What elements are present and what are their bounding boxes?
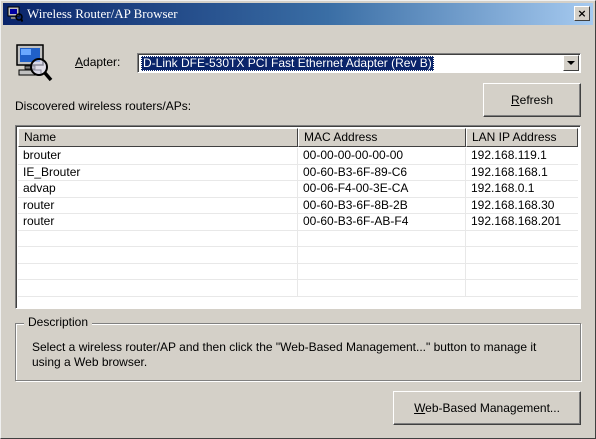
cell-name: IE_Brouter [18, 164, 298, 181]
cell-ip [466, 280, 578, 296]
cell-ip: 192.168.168.1 [471, 164, 548, 179]
column-header-ip[interactable]: LAN IP Address [466, 128, 578, 147]
chevron-down-icon[interactable] [563, 55, 579, 71]
cell-name [18, 263, 298, 280]
routers-list[interactable]: Name MAC Address LAN IP Address brouter … [15, 125, 581, 309]
cell-name [18, 230, 298, 247]
discovered-label: Discovered wireless routers/APs: [15, 99, 192, 113]
cell-mac [298, 280, 466, 296]
app-icon [7, 6, 23, 22]
adapter-selected-value: D-Link DFE-530TX PCI Fast Ethernet Adapt… [141, 56, 434, 71]
cell-ip: 192.168.168.201 [471, 214, 562, 228]
cell-ip [466, 231, 578, 247]
cell-ip: 192.168.0.1 [471, 181, 535, 195]
cell-mac [298, 263, 466, 280]
window-title: Wireless Router/AP Browser [27, 6, 178, 21]
table-row[interactable]: router 00-60-B3-6F-8B-2B 192.168.168.30 [18, 197, 578, 214]
column-header-mac[interactable]: MAC Address [298, 128, 466, 147]
close-icon: × [577, 7, 587, 20]
table-row-empty [18, 263, 578, 280]
table-row-empty [18, 230, 578, 247]
table-row[interactable]: IE_Brouter 00-60-B3-6F-89-C6 192.168.168… [18, 164, 578, 181]
cell-name [18, 247, 298, 263]
cell-mac: 00-06-F4-00-3E-CA [298, 181, 466, 197]
cell-ip: 192.168.168.30 [471, 197, 555, 212]
cell-ip: 192.168.119.1 [471, 148, 547, 162]
description-text: Select a wireless router/AP and then cli… [32, 340, 537, 369]
table-row[interactable]: brouter 00-00-00-00-00-00 192.168.119.1 [18, 148, 578, 165]
list-rows: brouter 00-00-00-00-00-00 192.168.119.1 … [18, 148, 578, 297]
table-row[interactable]: router 00-60-B3-6F-AB-F4 192.168.168.201 [18, 214, 578, 231]
cell-name: router [18, 214, 298, 230]
router-browser-window: Wireless Router/AP Browser × Adapter: D-… [0, 0, 596, 439]
list-header: Name MAC Address LAN IP Address [18, 128, 578, 147]
table-row[interactable]: advap 00-06-F4-00-3E-CA 192.168.0.1 [18, 181, 578, 198]
cell-mac: 00-00-00-00-00-00 [298, 148, 466, 164]
adapter-label: Adapter: [75, 55, 121, 69]
cell-name: advap [18, 181, 298, 197]
cell-name: brouter [18, 148, 298, 164]
cell-name [18, 280, 298, 296]
cell-mac: 00-60-B3-6F-AB-F4 [298, 214, 466, 230]
table-row-empty [18, 280, 578, 297]
cell-mac [298, 247, 466, 263]
description-title: Description [24, 315, 93, 329]
cell-mac: 00-60-B3-6F-89-C6 [298, 164, 466, 181]
table-row-empty [18, 247, 578, 264]
cell-mac [298, 230, 466, 247]
cell-ip [466, 264, 578, 280]
refresh-button[interactable]: Refresh [483, 83, 581, 117]
close-button[interactable]: × [574, 6, 590, 21]
column-header-name[interactable]: Name [18, 128, 298, 147]
network-adapter-icon [16, 44, 53, 82]
adapter-dropdown[interactable]: D-Link DFE-530TX PCI Fast Ethernet Adapt… [137, 53, 581, 73]
cell-ip [466, 247, 578, 263]
title-bar[interactable]: Wireless Router/AP Browser × [3, 3, 593, 25]
web-based-management-button[interactable]: Web-Based Management... [393, 391, 581, 425]
description-group: Description Select a wireless router/AP … [15, 315, 581, 381]
cell-mac: 00-60-B3-6F-8B-2B [298, 197, 466, 214]
cell-name: router [18, 197, 298, 214]
